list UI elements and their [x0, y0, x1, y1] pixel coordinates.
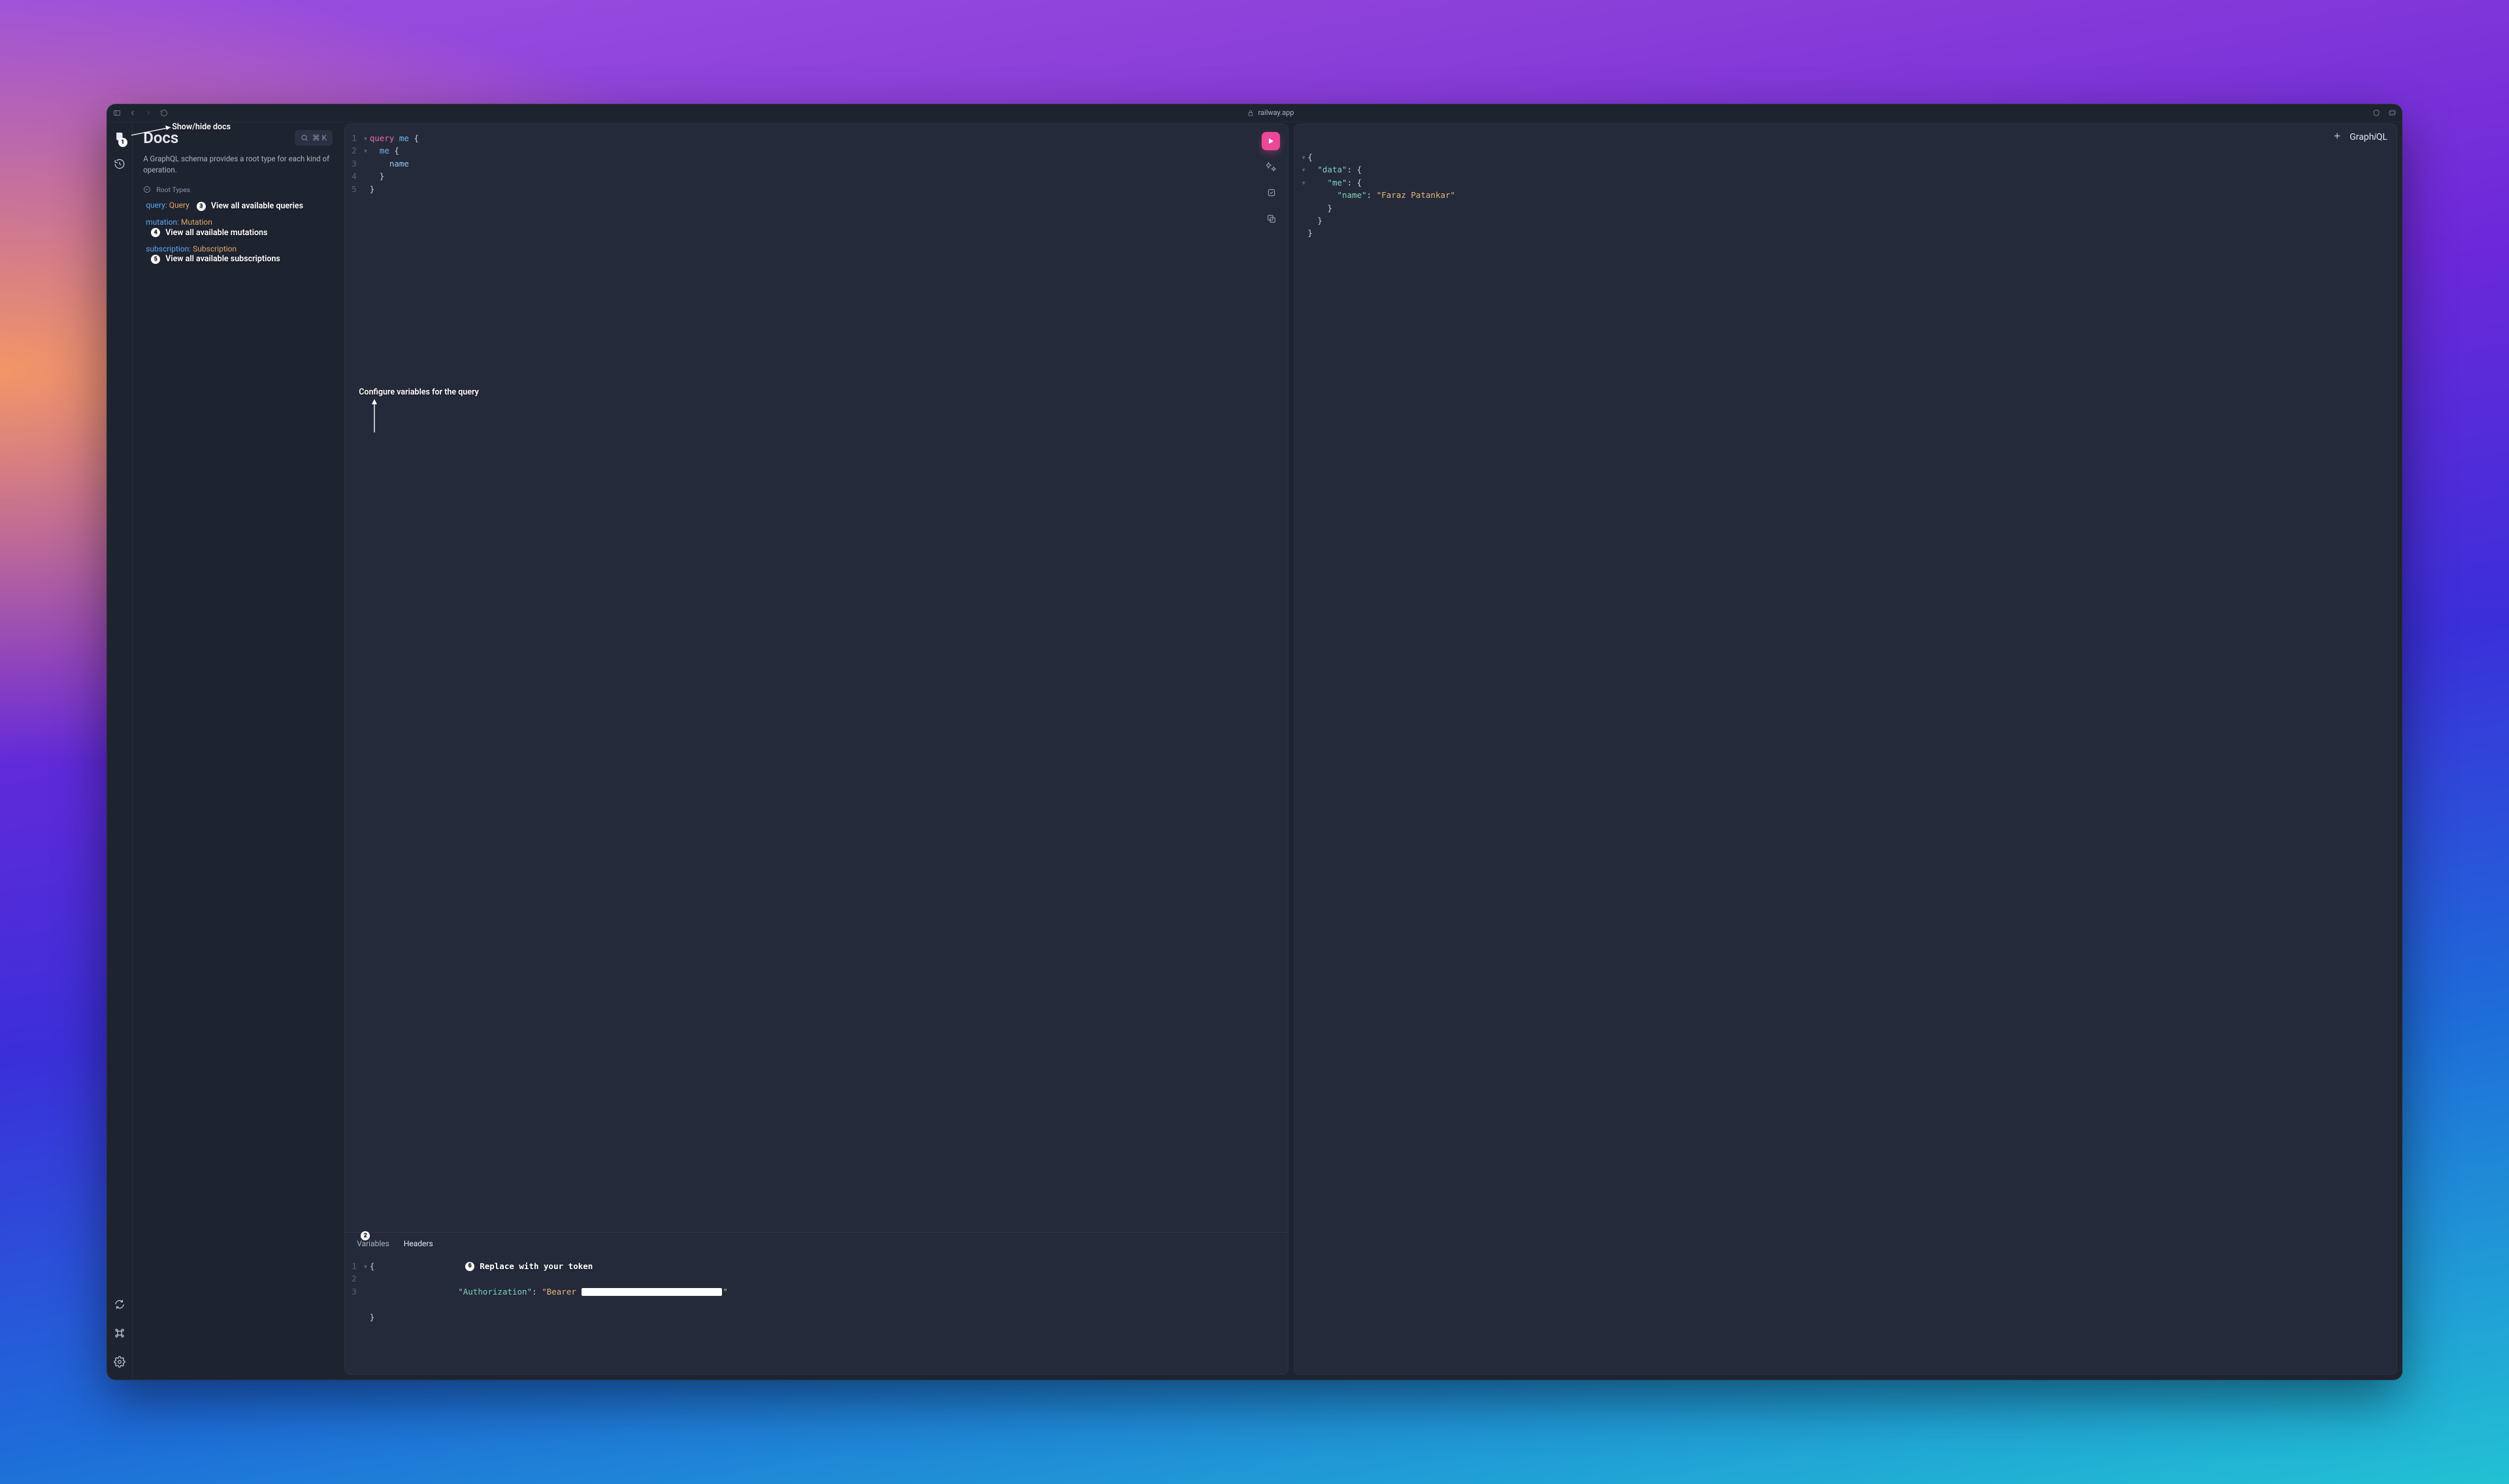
history-button[interactable]: [112, 156, 127, 172]
titlebar: railway.app: [107, 104, 2402, 122]
shortcuts-button[interactable]: [112, 1325, 127, 1341]
nav-forward-icon[interactable]: [144, 109, 152, 117]
annotation-text-3: View all available queries: [211, 201, 303, 211]
root-type-subscription[interactable]: subscription: Subscription 5 View all av…: [146, 244, 333, 265]
variables-section: Variables Headers 2 1▾ 2 3: [345, 1232, 1288, 1374]
sidebar-toggle-icon[interactable]: [113, 109, 121, 117]
headers-code[interactable]: 1▾ 2 3 { "Authorization": "Bearer " }: [345, 1251, 1288, 1329]
root-type-mutation[interactable]: mutation: Mutation 4 View all available …: [146, 218, 333, 238]
reload-icon[interactable]: [160, 109, 168, 117]
root-type-link[interactable]: Query: [169, 201, 189, 210]
new-tab-button[interactable]: [2333, 131, 2342, 143]
docs-search-button[interactable]: ⌘ K: [295, 130, 333, 146]
root-types-label: Root Types: [156, 186, 190, 194]
response-card: GraphiQL ▾ ▾ ▾ { "da: [1294, 123, 2397, 1375]
refresh-schema-button[interactable]: [112, 1297, 127, 1312]
run-query-button[interactable]: [1262, 132, 1280, 150]
tab-headers[interactable]: Headers: [404, 1239, 433, 1248]
root-key: query: [146, 201, 165, 210]
settings-button[interactable]: [112, 1354, 127, 1370]
root-key: subscription: [146, 244, 189, 253]
docs-panel: Docs ⌘ K A GraphQL schema provides a roo…: [133, 122, 342, 1380]
response-code[interactable]: ▾ ▾ ▾ { "data": { "me": { "name": "Far: [1294, 143, 2396, 245]
left-rail: 1: [107, 122, 133, 1380]
prettify-button[interactable]: [1263, 158, 1280, 175]
root-types-header[interactable]: Root Types: [143, 186, 333, 194]
tabs-icon[interactable]: [2388, 109, 2396, 117]
response-title: GraphiQL: [2350, 132, 2387, 142]
token-redacted: [582, 1288, 722, 1296]
docs-search-shortcut: ⌘ K: [312, 133, 327, 142]
root-type-link[interactable]: Mutation: [181, 218, 212, 227]
app-window: railway.app 1 Docs: [107, 104, 2402, 1380]
docs-toggle-button[interactable]: 1: [112, 129, 127, 144]
root-type-link[interactable]: Subscription: [193, 244, 237, 253]
root-key: mutation: [146, 218, 177, 227]
address-bar-domain[interactable]: railway.app: [1258, 108, 1294, 117]
nav-back-icon[interactable]: [129, 109, 137, 117]
query-editor-card: 1▾ 2▾ 3 4 5 query me { me { name } }: [344, 123, 1288, 1375]
annotation-badge-5: 5: [151, 255, 160, 264]
lock-icon: [1247, 109, 1254, 117]
query-code[interactable]: 1▾ 2▾ 3 4 5 query me { me { name } }: [345, 124, 1288, 201]
shield-icon[interactable]: [2372, 109, 2380, 117]
annotation-badge-4: 4: [151, 228, 160, 237]
docs-title: Docs: [143, 129, 178, 147]
tab-variables[interactable]: Variables: [357, 1239, 389, 1248]
root-type-query[interactable]: query: Query 3 View all available querie…: [146, 201, 333, 212]
annotation-badge-3: 3: [197, 202, 206, 211]
annotation-text-4: View all available mutations: [165, 228, 267, 238]
copy-button[interactable]: [1263, 210, 1280, 227]
merge-button[interactable]: [1263, 184, 1280, 201]
annotation-text-5: View all available subscriptions: [165, 254, 280, 264]
docs-description: A GraphQL schema provides a root type fo…: [143, 153, 333, 176]
